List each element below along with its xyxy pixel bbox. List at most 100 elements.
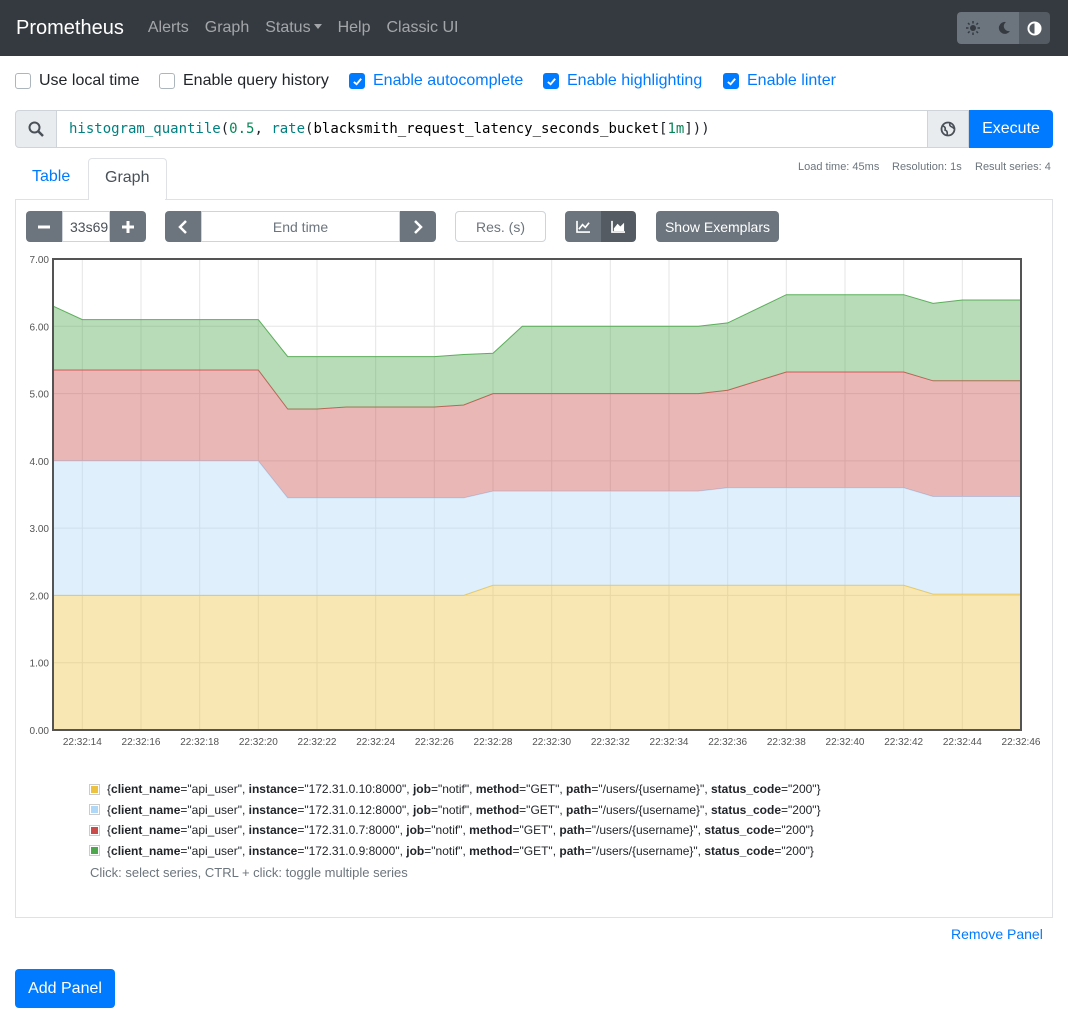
label-key: status_code <box>710 782 782 797</box>
auto-theme-button[interactable] <box>1019 12 1050 44</box>
label-key: instance <box>248 823 298 838</box>
add-panel-button[interactable]: Add Panel <box>15 969 115 1008</box>
y-tick-label: 1.00 <box>30 659 50 670</box>
query-function-rate: rate <box>271 121 306 137</box>
legend-swatch <box>89 783 100 795</box>
chevron-left-icon <box>178 219 187 234</box>
y-tick-label: 7.00 <box>30 255 50 266</box>
end-time-input[interactable]: End time <box>201 211 400 242</box>
x-tick-label: 22:32:24 <box>356 737 395 748</box>
label-key: client_name <box>111 802 181 817</box>
stacked-button[interactable] <box>601 211 636 242</box>
nav-alerts[interactable]: Alerts <box>148 19 189 37</box>
label-key: status_code <box>704 823 775 838</box>
label-key: method <box>469 823 513 838</box>
tab-table[interactable]: Table <box>16 158 86 200</box>
light-theme-button[interactable] <box>957 12 988 44</box>
resolution: Resolution: 1s <box>892 161 962 173</box>
label-key: path <box>566 802 592 817</box>
label-key: job <box>406 823 425 838</box>
graph-chart[interactable]: 0.00 1.00 2.00 3.00 4.00 5.00 6.00 7.00 22:32:1… <box>0 250 1068 770</box>
navbar: Prometheus Alerts Graph Status Help Clas… <box>0 0 1068 56</box>
y-tick-label: 5.00 <box>30 390 50 401</box>
option-enable-query-history[interactable]: Enable query history <box>159 72 329 90</box>
option-label: Enable linter <box>747 72 836 89</box>
checkbox[interactable] <box>159 73 175 89</box>
decrease-range-button[interactable] <box>26 211 62 242</box>
x-tick-label: 22:32:38 <box>767 737 806 748</box>
checkbox-checked[interactable] <box>349 73 365 89</box>
option-label: Enable highlighting <box>567 72 703 89</box>
tab-graph[interactable]: Graph <box>88 158 167 200</box>
query-metric: blacksmith_request_latency_seconds_bucke… <box>313 121 660 137</box>
label-key: method <box>469 843 513 858</box>
legend: {client_name="api_user", instance="172.3… <box>89 779 821 861</box>
x-tick-label: 22:32:26 <box>415 737 454 748</box>
label-key: client_name <box>111 782 181 797</box>
x-tick-label: 22:32:28 <box>474 737 513 748</box>
label-key: instance <box>248 843 298 858</box>
y-tick-label: 6.00 <box>30 322 50 333</box>
moon-icon <box>998 21 1010 34</box>
unstacked-button[interactable] <box>565 211 601 242</box>
remove-panel-link[interactable]: Remove Panel <box>951 926 1043 942</box>
query-bar: histogram_quantile(0.5, rate(blacksmith_… <box>15 110 1053 148</box>
area-chart-icon <box>611 220 625 233</box>
show-exemplars-button[interactable]: Show Exemplars <box>656 211 779 242</box>
check-icon <box>726 77 736 86</box>
load-time: Load time: 45ms <box>798 161 880 173</box>
query-input[interactable]: histogram_quantile(0.5, rate(blacksmith_… <box>57 110 927 148</box>
nav-status-label: Status <box>265 19 311 36</box>
next-time-button[interactable] <box>400 211 436 242</box>
x-tick-label: 22:32:42 <box>884 737 923 748</box>
x-tick-label: 22:32:34 <box>650 737 689 748</box>
minus-icon <box>38 225 50 228</box>
query-range: 1m <box>667 121 685 137</box>
checkbox[interactable] <box>15 73 31 89</box>
result-series: Result series: 4 <box>975 161 1051 173</box>
series-area-1[interactable] <box>53 585 1021 730</box>
x-tick-label: 22:32:30 <box>532 737 571 748</box>
increase-range-button[interactable] <box>110 211 146 242</box>
dark-theme-button[interactable] <box>988 12 1019 44</box>
legend-item[interactable]: {client_name="api_user", instance="172.3… <box>89 820 821 841</box>
x-tick-label: 22:32:22 <box>298 737 337 748</box>
nav-graph[interactable]: Graph <box>205 19 249 37</box>
label-key: path <box>566 782 592 797</box>
metrics-explorer-button[interactable] <box>927 110 969 148</box>
y-tick-label: 2.00 <box>30 591 50 602</box>
x-tick-label: 22:32:46 <box>1002 737 1041 748</box>
nav-classic-ui[interactable]: Classic UI <box>386 19 458 37</box>
label-key: client_name <box>111 843 181 858</box>
label-key: job <box>412 802 431 817</box>
label-key: job <box>412 782 431 797</box>
check-icon <box>546 77 556 86</box>
previous-time-button[interactable] <box>165 211 201 242</box>
x-tick-label: 22:32:20 <box>239 737 278 748</box>
legend-item[interactable]: {client_name="api_user", instance="172.3… <box>89 800 821 821</box>
checkbox-checked[interactable] <box>543 73 559 89</box>
legend-item[interactable]: {client_name="api_user", instance="172.3… <box>89 841 821 862</box>
label-key: instance <box>248 802 298 817</box>
legend-label: {client_name="api_user", instance="172.3… <box>107 843 814 858</box>
check-icon <box>352 77 362 86</box>
resolution-input[interactable]: Res. (s) <box>455 211 546 242</box>
x-tick-label: 22:32:36 <box>708 737 747 748</box>
brand[interactable]: Prometheus <box>16 17 124 40</box>
legend-hint: Click: select series, CTRL + click: togg… <box>90 865 408 880</box>
nav-help[interactable]: Help <box>338 19 371 37</box>
y-tick-label: 4.00 <box>30 457 50 468</box>
legend-swatch <box>89 804 100 816</box>
legend-item[interactable]: {client_name="api_user", instance="172.3… <box>89 779 821 800</box>
label-key: path <box>559 843 585 858</box>
option-enable-autocomplete[interactable]: Enable autocomplete <box>349 72 523 90</box>
range-input[interactable]: 33s69 <box>62 211 110 242</box>
nav-status[interactable]: Status <box>265 19 322 37</box>
option-enable-linter[interactable]: Enable linter <box>723 72 836 90</box>
option-enable-highlighting[interactable]: Enable highlighting <box>543 72 702 90</box>
checkbox-checked[interactable] <box>723 73 739 89</box>
label-key: job <box>406 843 425 858</box>
execute-button[interactable]: Execute <box>969 110 1053 148</box>
option-use-local-time[interactable]: Use local time <box>15 72 139 90</box>
y-tick-label: 3.00 <box>30 524 50 535</box>
